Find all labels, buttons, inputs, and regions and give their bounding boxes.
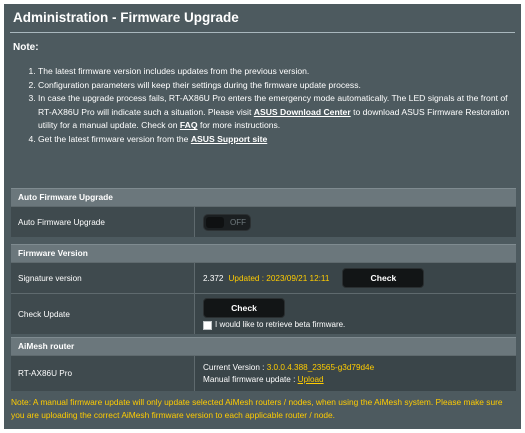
aimesh-router-label: RT-AX86U Pro	[11, 356, 195, 391]
note-item-4-text: Get the latest firmware version from the	[38, 133, 191, 144]
asus-download-center-link[interactable]: ASUS Download Center	[254, 107, 351, 117]
current-version-value: 3.0.0.4.388_23565-g3d79d4e	[266, 362, 375, 372]
manual-update-line: Manual firmware update : Upload	[203, 374, 324, 386]
beta-firmware-checkbox[interactable]	[203, 320, 212, 330]
current-version-label: Current Version :	[203, 362, 267, 372]
signature-check-button[interactable]: Check	[342, 268, 425, 288]
toggle-knob	[206, 216, 224, 228]
beta-firmware-label: I would like to retrieve beta firmware.	[215, 320, 346, 330]
upload-link[interactable]: Upload	[298, 375, 324, 384]
note-item-1: The latest firmware version includes upd…	[38, 65, 513, 79]
manual-update-label: Manual firmware update :	[203, 374, 298, 384]
firmware-upgrade-panel: Administration - Firmware Upgrade Note: …	[4, 4, 521, 429]
page-title: Administration - Firmware Upgrade	[4, 4, 521, 32]
check-update-button[interactable]: Check	[203, 298, 285, 319]
aimesh-section-header: AiMesh router	[11, 337, 516, 355]
auto-upgrade-value: OFF	[195, 207, 516, 237]
note-heading: Note:	[13, 42, 39, 53]
note-item-4: Get the latest firmware version from the…	[38, 133, 513, 147]
auto-upgrade-toggle[interactable]: OFF	[203, 213, 251, 231]
firmware-version-section-header: Firmware Version	[11, 244, 516, 262]
signature-updated-text: Updated : 2023/09/21 12:11	[228, 273, 330, 283]
aimesh-footer-note: Note: A manual firmware update will only…	[11, 397, 503, 420]
auto-upgrade-table: Auto Firmware Upgrade Auto Firmware Upgr…	[11, 188, 516, 237]
aimesh-router-row: RT-AX86U Pro Current Version : 3.0.0.4.3…	[11, 355, 516, 391]
check-update-value: Check I would like to retrieve beta firm…	[195, 294, 516, 334]
note-item-2-text: Configuration parameters will keep their…	[38, 79, 361, 90]
auto-upgrade-row: Auto Firmware Upgrade OFF	[11, 206, 516, 237]
aimesh-router-value: Current Version : 3.0.0.4.388_23565-g3d7…	[195, 356, 516, 391]
asus-support-site-link[interactable]: ASUS Support site	[191, 134, 267, 144]
auto-upgrade-label: Auto Firmware Upgrade	[11, 207, 195, 237]
aimesh-table: AiMesh router RT-AX86U Pro Current Versi…	[11, 337, 516, 391]
note-item-1-text: The latest firmware version includes upd…	[38, 66, 310, 76]
beta-firmware-option: I would like to retrieve beta firmware.	[203, 320, 346, 330]
notes-list: The latest firmware version includes upd…	[4, 65, 521, 147]
current-version-line: Current Version : 3.0.0.4.388_23565-g3d7…	[203, 362, 374, 374]
toggle-state-text: OFF	[230, 217, 246, 227]
signature-version-value: 2.372 Updated : 2023/09/21 12:11 Check	[195, 263, 516, 293]
signature-version-row: Signature version 2.372 Updated : 2023/0…	[11, 262, 516, 293]
signature-version-label: Signature version	[11, 263, 195, 293]
signature-version-number: 2.372	[203, 273, 224, 283]
note-item-3: In case the upgrade process fails, RT-AX…	[38, 92, 513, 133]
auto-upgrade-section-header: Auto Firmware Upgrade	[11, 188, 516, 206]
note-item-3-text-c: for more instructions.	[197, 120, 281, 131]
check-update-row: Check Update Check I would like to retri…	[11, 293, 516, 334]
firmware-version-table: Firmware Version Signature version 2.372…	[11, 244, 516, 334]
note-item-2: Configuration parameters will keep their…	[38, 79, 513, 93]
check-update-label: Check Update	[11, 294, 195, 334]
faq-link[interactable]: FAQ	[180, 120, 198, 130]
